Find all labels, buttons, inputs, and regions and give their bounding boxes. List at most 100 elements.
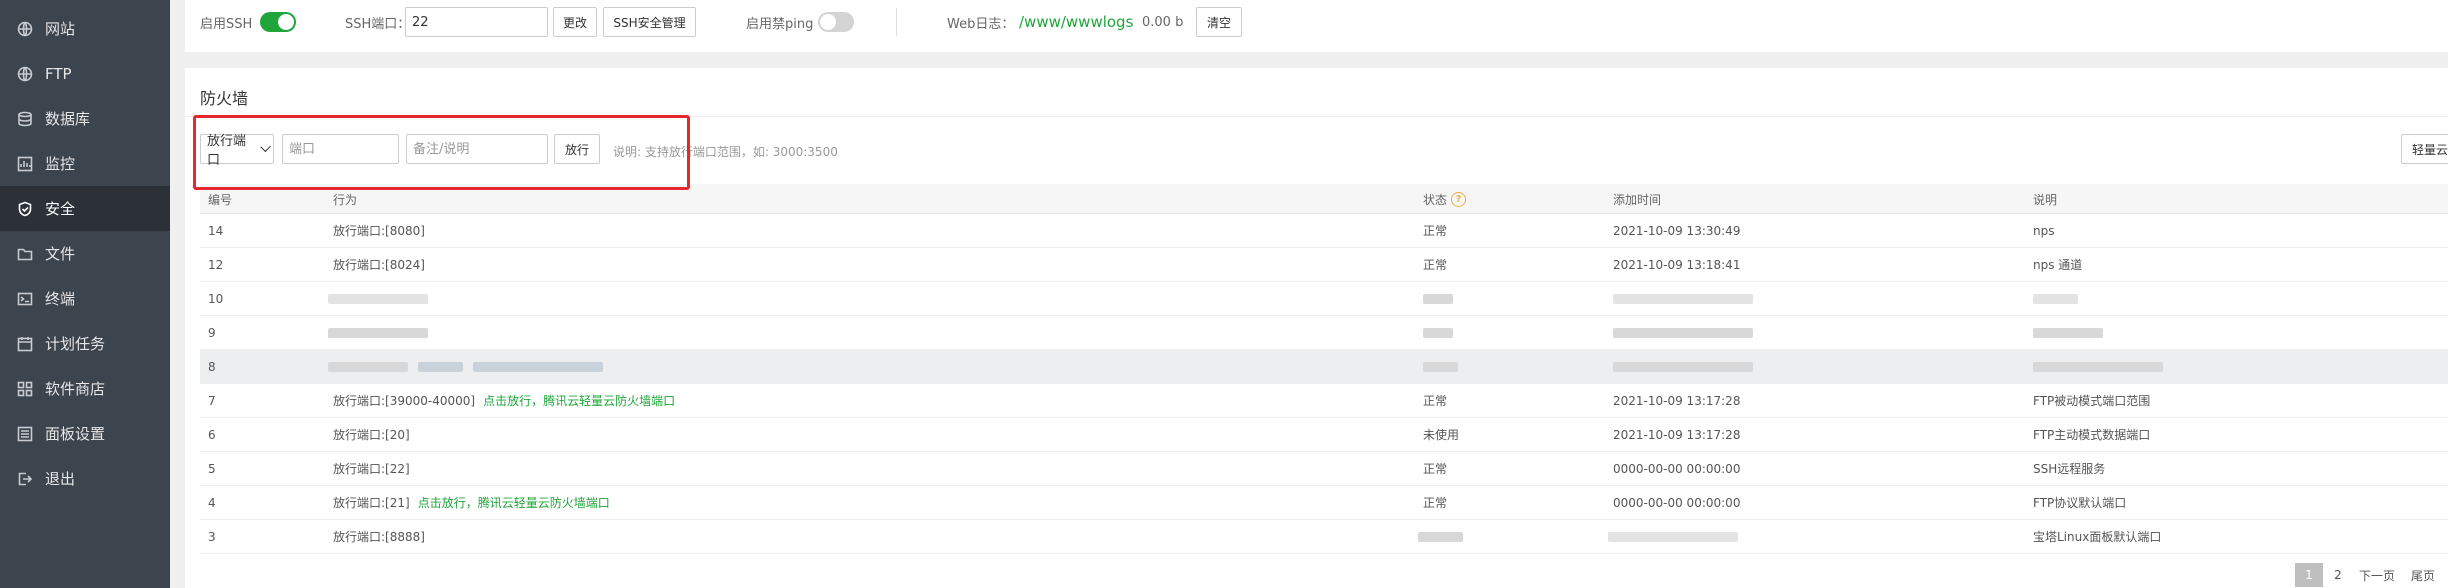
terminal-icon [16, 290, 34, 308]
sidebar-item-monitor[interactable]: 监控 [0, 141, 170, 186]
redacted-note [2033, 328, 2103, 338]
rule-time: 2021-10-09 13:17:28 [1613, 393, 1741, 408]
ssh-label: 启用SSH [200, 16, 253, 32]
table-row[interactable]: 3 放行端口:[8888] 宝塔Linux面板默认端口 [200, 520, 2448, 554]
sidebar-item-label: 安全 [45, 200, 76, 218]
rule-status[interactable]: 未使用 [1423, 418, 1459, 451]
rule-note[interactable]: FTP协议默认端口 [2033, 486, 2126, 519]
sidebar-item-label: 网站 [45, 20, 76, 38]
redacted-status [1423, 362, 1458, 372]
sidebar-item-store[interactable]: 软件商店 [0, 366, 170, 411]
sidebar-item-files[interactable]: 文件 [0, 231, 170, 276]
logout-icon [16, 470, 34, 488]
ssh-settings-bar: 启用SSH SSH端口： 更改 SSH安全管理 启用禁ping Web日志： /… [185, 0, 2448, 52]
table-row[interactable]: 10 [200, 282, 2448, 316]
rule-action: 放行端口:[22] [333, 462, 410, 476]
page-1-button[interactable]: 1 [2295, 563, 2323, 587]
rule-note[interactable]: 宝塔Linux面板默认端口 [2033, 520, 2161, 553]
rule-note[interactable]: SSH远程服务 [2033, 452, 2105, 485]
sidebar-item-security[interactable]: 安全 [0, 186, 170, 231]
column-header-status[interactable]: 状态 ? [1423, 184, 1467, 214]
rule-note[interactable]: nps [2033, 214, 2054, 247]
settings-icon [16, 425, 34, 443]
grid-icon [16, 380, 34, 398]
weblog-path[interactable]: /www/wwwlogs [1019, 0, 1133, 44]
clear-log-button[interactable]: 清空 [1196, 7, 1242, 37]
redacted-action [473, 362, 603, 372]
table-row[interactable]: 12 放行端口:[8024] 正常 2021-10-09 13:18:41 np… [200, 248, 2448, 282]
ssh-toggle[interactable] [260, 12, 296, 32]
sidebar-item-logout[interactable]: 退出 [0, 456, 170, 501]
rule-action: 放行端口:[39000-40000] [333, 394, 476, 408]
redacted-time [1613, 294, 1753, 304]
sidebar-item-website[interactable]: 网站 [0, 6, 170, 51]
rule-id: 3 [208, 529, 216, 544]
rule-status[interactable]: 正常 [1423, 486, 1447, 519]
weblog-size: 0.00 b [1142, 14, 1184, 30]
rule-id: 14 [208, 223, 224, 238]
next-page-button[interactable]: 下一页 [2355, 563, 2399, 587]
ping-toggle[interactable] [818, 12, 854, 32]
redacted-status [1423, 328, 1453, 338]
redacted-action [328, 362, 408, 372]
sidebar-item-settings[interactable]: 面板设置 [0, 411, 170, 456]
rule-note[interactable]: nps 通道 [2033, 248, 2082, 281]
sidebar-item-label: 终端 [45, 290, 76, 308]
rule-action-cell: 放行端口:[39000-40000] 点击放行，腾讯云轻量云防火墙端口 [333, 384, 675, 417]
table-row[interactable]: 9 [200, 316, 2448, 350]
column-header-label: 状态 [1423, 192, 1448, 207]
tencent-allow-link[interactable]: 点击放行，腾讯云轻量云防火墙端口 [418, 494, 610, 511]
rule-status[interactable]: 正常 [1423, 248, 1447, 281]
rule-id: 7 [208, 393, 216, 408]
redacted-note [2033, 294, 2078, 304]
sidebar-item-ftp[interactable]: FTP [0, 51, 170, 96]
rule-action: 放行端口:[8080] [333, 224, 425, 238]
sidebar-item-label: 退出 [45, 470, 76, 488]
ssh-port-input[interactable] [405, 7, 548, 37]
highlight-box [193, 115, 690, 190]
sidebar-item-cron[interactable]: 计划任务 [0, 321, 170, 366]
rule-action: 放行端口:[21] [333, 496, 410, 510]
ssh-security-button[interactable]: SSH安全管理 [603, 7, 696, 37]
divider [896, 8, 897, 36]
table-row[interactable]: 5 放行端口:[22] 正常 0000-00-00 00:00:00 SSH远程… [200, 452, 2448, 486]
rule-id: 12 [208, 257, 224, 272]
table-row[interactable]: 14 放行端口:[8080] 正常 2021-10-09 13:30:49 np… [200, 214, 2448, 248]
ssh-port-label: SSH端口： [345, 16, 411, 32]
column-header-note[interactable]: 说明 [2033, 184, 2057, 214]
lighthouse-button[interactable]: 轻量云 [2401, 134, 2448, 164]
table-row[interactable]: 4 放行端口:[21] 点击放行，腾讯云轻量云防火墙端口 正常 0000-00-… [200, 486, 2448, 520]
tencent-allow-link[interactable]: 点击放行，腾讯云轻量云防火墙端口 [483, 392, 675, 409]
rule-status[interactable]: 正常 [1423, 214, 1447, 247]
help-icon[interactable]: ? [1451, 191, 1467, 207]
rule-id: 6 [208, 427, 216, 442]
redacted-time [1613, 328, 1753, 338]
rule-note[interactable]: FTP被动模式端口范围 [2033, 384, 2150, 417]
sidebar-item-label: 监控 [45, 155, 76, 173]
redacted-action [328, 328, 428, 338]
rule-id: 10 [208, 291, 224, 306]
rule-note[interactable]: FTP主动模式数据端口 [2033, 418, 2150, 451]
globe-icon [16, 20, 34, 38]
sidebar-item-label: 计划任务 [45, 335, 106, 353]
redacted-time [1608, 532, 1738, 542]
rule-status[interactable]: 正常 [1423, 384, 1447, 417]
table-row[interactable]: 6 放行端口:[20] 未使用 2021-10-09 13:17:28 FTP主… [200, 418, 2448, 452]
table-row[interactable]: 8 [200, 350, 2448, 384]
redacted-action [328, 294, 428, 304]
sidebar-item-database[interactable]: 数据库 [0, 96, 170, 141]
rule-action-cell: 放行端口:[21] 点击放行，腾讯云轻量云防火墙端口 [333, 486, 610, 519]
rule-id: 9 [208, 325, 216, 340]
column-header-time[interactable]: 添加时间 [1613, 184, 1661, 214]
last-page-button[interactable]: 尾页 [2403, 563, 2443, 587]
sidebar-item-terminal[interactable]: 终端 [0, 276, 170, 321]
rule-status[interactable]: 正常 [1423, 452, 1447, 485]
page-2-button[interactable]: 2 [2325, 563, 2351, 587]
rule-time: 2021-10-09 13:30:49 [1613, 223, 1741, 238]
table-row[interactable]: 7 放行端口:[39000-40000] 点击放行，腾讯云轻量云防火墙端口 正常… [200, 384, 2448, 418]
calendar-icon [16, 335, 34, 353]
sidebar-item-label: 软件商店 [45, 380, 106, 398]
rule-action: 放行端口:[20] [333, 428, 410, 442]
change-port-button[interactable]: 更改 [553, 7, 597, 37]
rule-time: 2021-10-09 13:18:41 [1613, 257, 1741, 272]
